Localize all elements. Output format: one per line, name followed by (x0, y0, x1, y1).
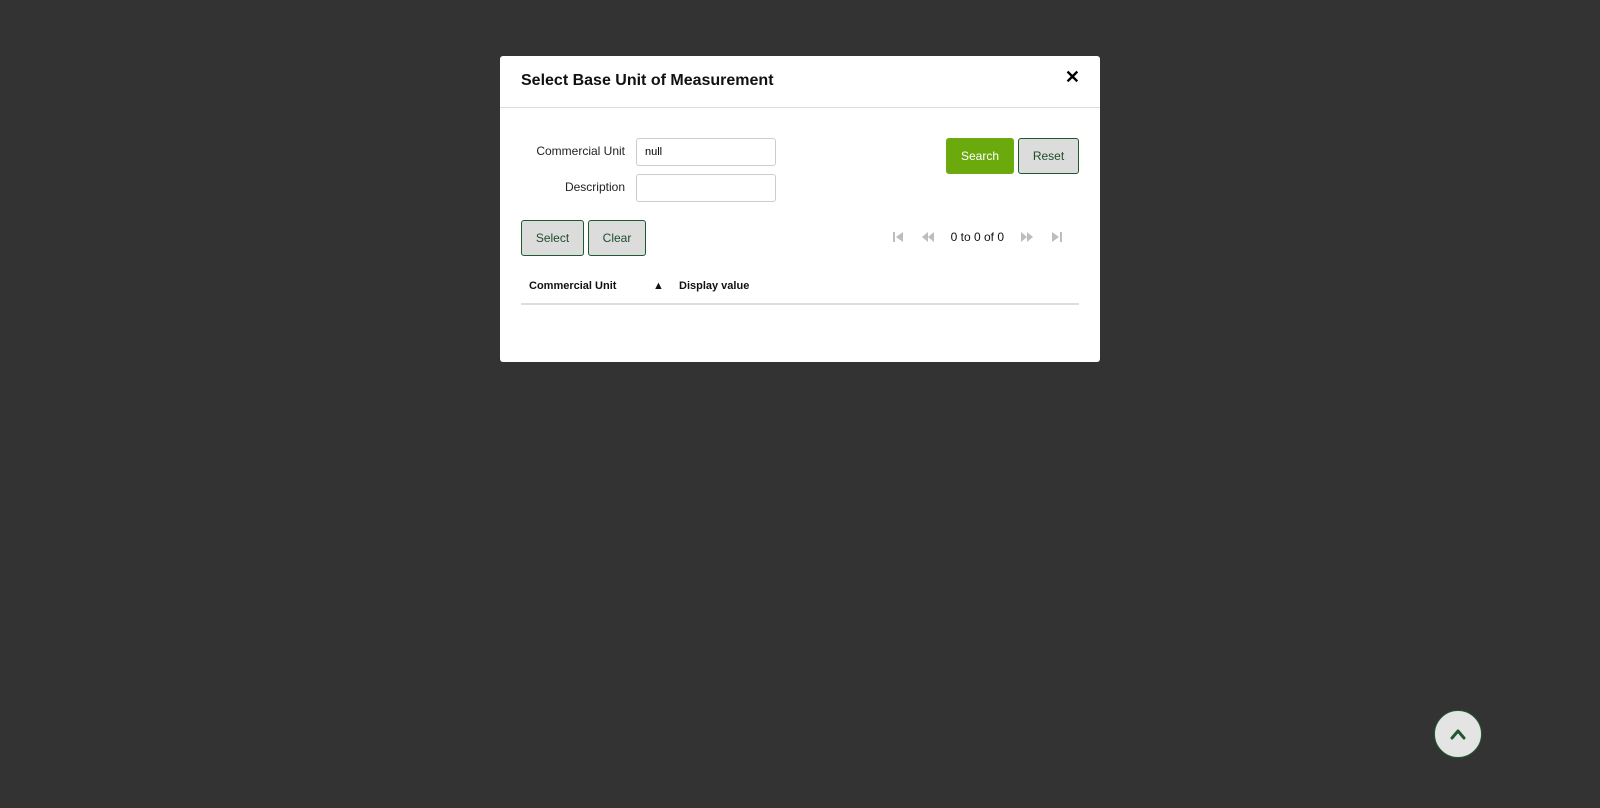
description-label: Description (564, 180, 625, 194)
dialog-title: Select Base Unit of Measurement (521, 72, 774, 89)
column-header-commercial-unit[interactable]: Commercial Unit (529, 280, 616, 292)
first-page-icon[interactable] (890, 229, 906, 245)
select-unit-dialog: Select Base Unit of Measurement ✕ Commer… (500, 56, 1100, 362)
chevron-up-icon (1450, 729, 1466, 740)
commercial-unit-label: Commercial Unit (536, 144, 625, 158)
description-input[interactable] (636, 174, 776, 202)
clear-button[interactable]: Clear (588, 220, 646, 256)
column-header-display-value[interactable]: Display value (679, 280, 749, 292)
close-icon[interactable]: ✕ (1065, 68, 1080, 86)
reset-button[interactable]: Reset (1018, 138, 1079, 174)
commercial-unit-input[interactable] (636, 138, 776, 166)
scroll-to-top-button[interactable] (1434, 710, 1482, 758)
select-button[interactable]: Select (521, 220, 584, 256)
last-page-icon[interactable] (1049, 229, 1065, 245)
previous-page-icon[interactable] (920, 229, 936, 245)
sort-ascending-icon[interactable]: ▲ (653, 280, 664, 292)
search-button[interactable]: Search (946, 138, 1014, 174)
results-table-header: Commercial Unit ▲ Display value (521, 268, 1079, 305)
pagination: 0 to 0 of 0 (883, 227, 1072, 247)
next-page-icon[interactable] (1019, 229, 1035, 245)
dialog-header: Select Base Unit of Measurement ✕ (500, 56, 1100, 108)
pager-range-text: 0 to 0 of 0 (950, 230, 1004, 244)
